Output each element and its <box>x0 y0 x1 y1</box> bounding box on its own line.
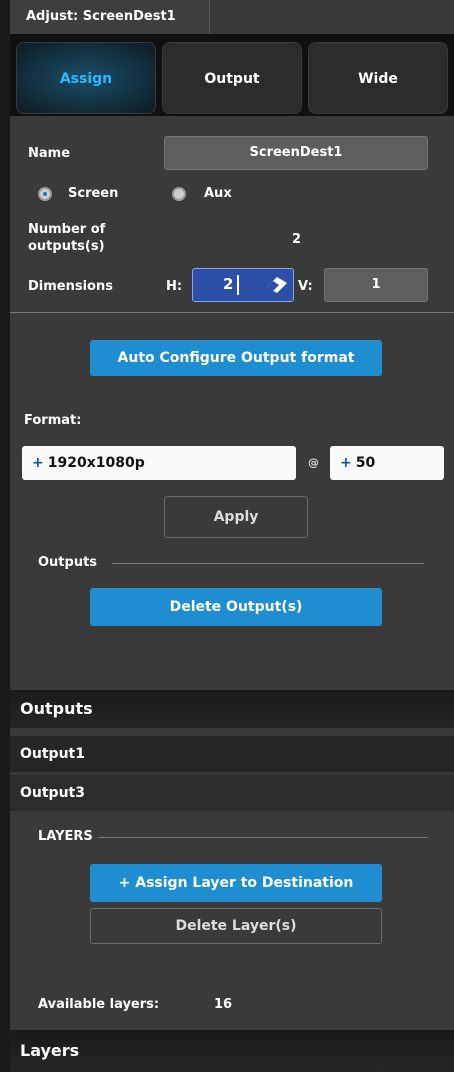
available-layers-label: Available layers: <box>38 997 160 1012</box>
dimensions-label: Dimensions <box>28 279 113 294</box>
aux-radio[interactable] <box>172 187 186 201</box>
tab-wide[interactable]: Wide <box>308 42 448 114</box>
assign-layer-button[interactable]: + Assign Layer to Destination <box>90 864 382 902</box>
plus-icon: + <box>340 455 352 471</box>
plus-icon: + <box>32 455 44 471</box>
frame-rate-select[interactable]: +50 <box>330 446 444 480</box>
delete-outputs-button[interactable]: Delete Output(s) <box>90 588 382 626</box>
h-label: H: <box>166 279 183 294</box>
delete-layers-button[interactable]: Delete Layer(s) <box>90 908 382 944</box>
output-row-output1[interactable]: Output1 <box>10 736 454 772</box>
format-label: Format: <box>24 413 82 428</box>
screen-radio[interactable] <box>38 187 52 201</box>
apply-button[interactable]: Apply <box>164 496 308 538</box>
left-edge-strip <box>0 0 10 1072</box>
window-title-tab: Adjust: ScreenDest1 <box>10 0 210 34</box>
h-input-value: 2 <box>223 275 234 293</box>
h-input[interactable]: 2 <box>192 268 294 302</box>
name-label: Name <box>28 146 71 161</box>
auto-configure-button[interactable]: Auto Configure Output format <box>90 340 382 376</box>
outputs-section-rule <box>112 563 424 564</box>
aux-radio-label: Aux <box>204 186 232 201</box>
outputs-section-label: Outputs <box>38 555 98 570</box>
resolution-value: 1920x1080p <box>47 455 145 471</box>
tab-output[interactable]: Output <box>162 42 302 114</box>
v-label: V: <box>298 279 313 294</box>
num-outputs-label-line2: outputs(s) <box>28 239 105 254</box>
num-outputs-label-line1: Number of <box>28 222 106 237</box>
frame-rate-value: 50 <box>355 455 376 471</box>
layers-header[interactable]: Layers <box>10 1030 454 1072</box>
name-field[interactable]: ScreenDest1 <box>164 136 428 170</box>
at-symbol: @ <box>308 456 319 469</box>
tab-assign[interactable]: Assign <box>16 42 156 114</box>
resolution-select[interactable]: +1920x1080p <box>22 446 296 480</box>
divider <box>10 312 454 313</box>
num-outputs-value: 2 <box>292 232 302 247</box>
output-row-output3[interactable]: Output3 <box>10 775 454 811</box>
layers-section-rule <box>98 837 428 838</box>
screen-radio-label: Screen <box>68 186 119 201</box>
outputs-header[interactable]: Outputs <box>10 690 454 728</box>
layers-section-label: LAYERS <box>38 829 93 844</box>
v-input[interactable]: 1 <box>324 268 428 302</box>
eraser-icon[interactable] <box>265 275 289 295</box>
available-layers-value: 16 <box>214 997 233 1012</box>
text-cursor <box>237 275 239 295</box>
